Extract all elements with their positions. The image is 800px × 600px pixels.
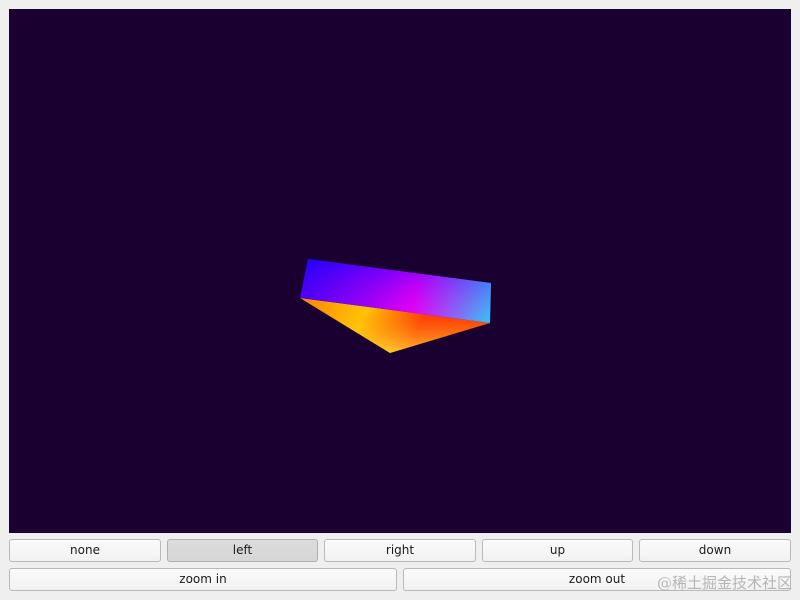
- rotate-none-button[interactable]: none: [9, 539, 161, 562]
- rotate-left-button[interactable]: left: [167, 539, 318, 562]
- rotate-right-button[interactable]: right: [324, 539, 476, 562]
- 3d-viewport[interactable]: [9, 9, 791, 533]
- zoom-in-button[interactable]: zoom in: [9, 568, 397, 591]
- rotate-down-button[interactable]: down: [639, 539, 791, 562]
- app-window: none left right up down zoom in zoom out…: [0, 0, 800, 600]
- 3d-scene: [300, 259, 491, 353]
- zoom-out-button[interactable]: zoom out: [403, 568, 791, 591]
- rotate-up-button[interactable]: up: [482, 539, 633, 562]
